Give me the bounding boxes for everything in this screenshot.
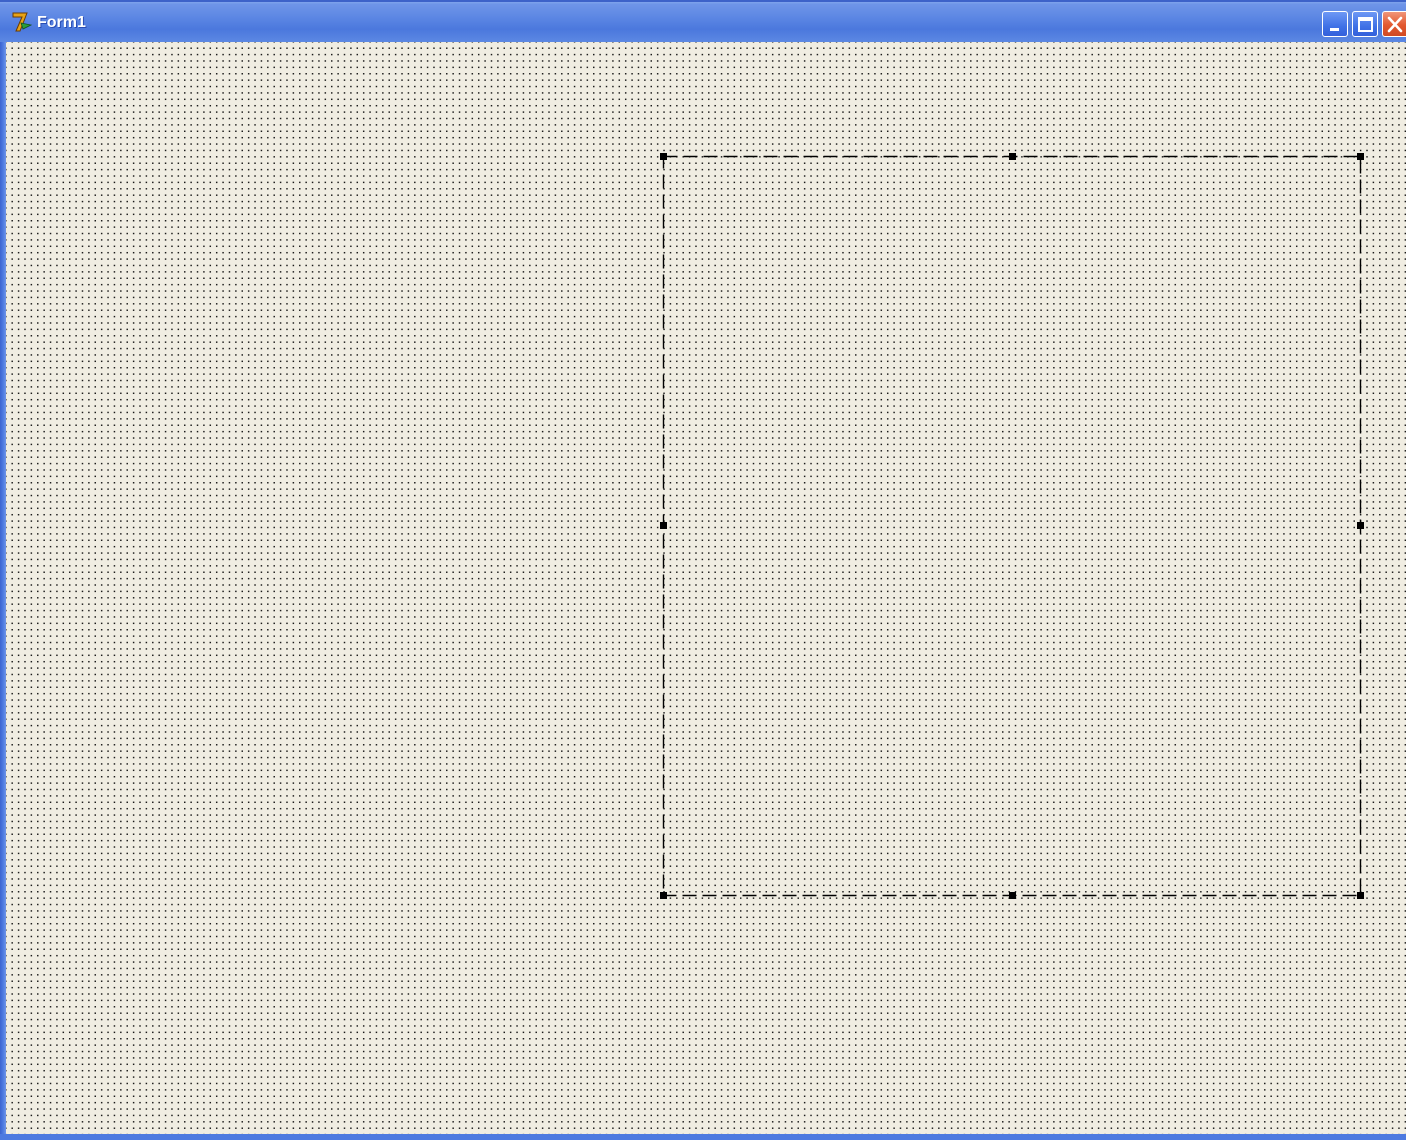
title-bar-edge bbox=[0, 0, 1406, 2]
minimize-icon bbox=[1330, 28, 1339, 31]
maximize-button[interactable] bbox=[1352, 11, 1378, 37]
selection-outline bbox=[662, 155, 1362, 897]
minimize-button[interactable] bbox=[1322, 11, 1348, 37]
window-frame-bottom[interactable] bbox=[0, 1134, 1406, 1140]
window-title: Form1 bbox=[37, 14, 86, 31]
resize-handle-top[interactable] bbox=[1009, 153, 1016, 160]
resize-handle-top-left[interactable] bbox=[660, 153, 667, 160]
maximize-icon bbox=[1358, 17, 1373, 32]
resize-handle-top-right[interactable] bbox=[1357, 153, 1364, 160]
resize-handle-right[interactable] bbox=[1357, 522, 1364, 529]
form-window: Form1 bbox=[0, 0, 1406, 1140]
title-bar[interactable]: Form1 bbox=[0, 0, 1406, 42]
resize-handle-left[interactable] bbox=[660, 522, 667, 529]
form-design-surface[interactable] bbox=[6, 42, 1406, 1134]
resize-handle-bottom-right[interactable] bbox=[1357, 892, 1364, 899]
close-icon bbox=[1387, 16, 1403, 33]
resize-handle-bottom[interactable] bbox=[1009, 892, 1016, 899]
close-button[interactable] bbox=[1382, 11, 1406, 37]
selection-rectangle[interactable] bbox=[660, 153, 1364, 899]
resize-handle-bottom-left[interactable] bbox=[660, 892, 667, 899]
delphi-app-icon[interactable] bbox=[11, 11, 33, 33]
